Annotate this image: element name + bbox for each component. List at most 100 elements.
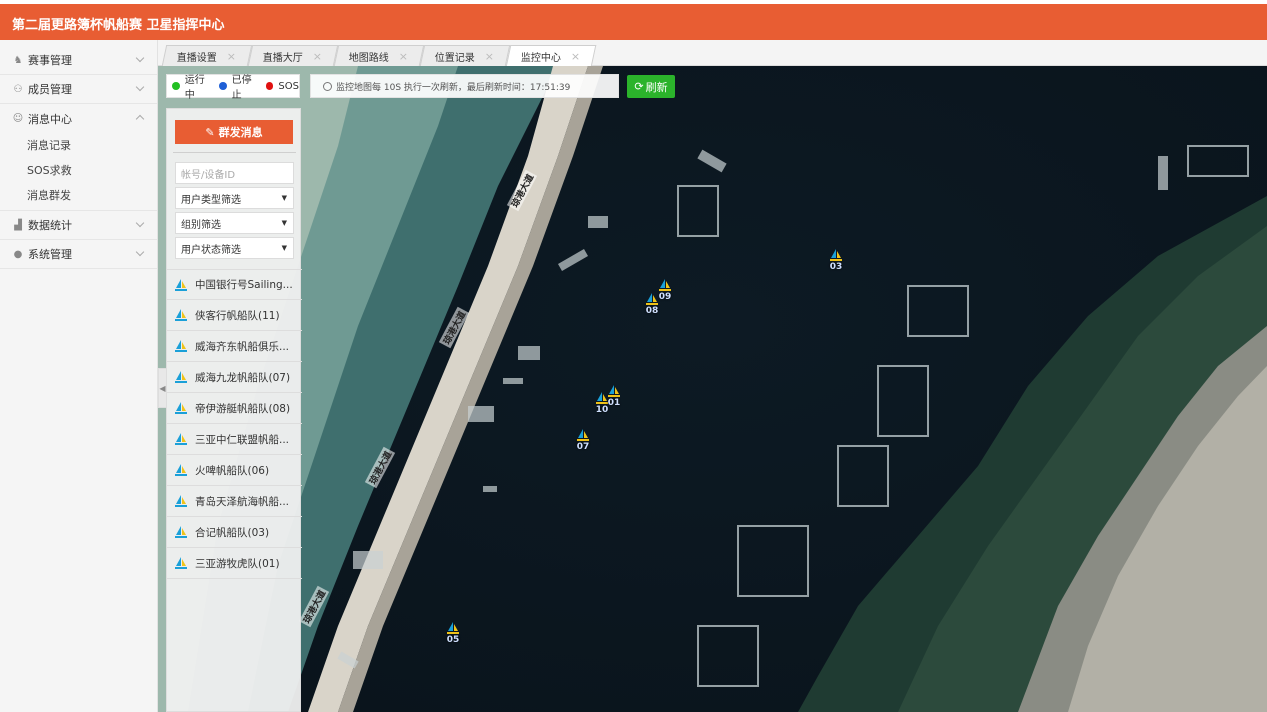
sailboat-icon <box>659 279 671 291</box>
team-item[interactable]: 威海齐东帆船俱乐... <box>167 331 302 362</box>
sailboat-icon <box>175 402 187 414</box>
refresh-info-text: 监控地图每 10S 执行一次刷新，最后刷新时间：17:51:39 <box>336 82 571 93</box>
tab-monitor-center[interactable]: 监控中心 × <box>505 45 597 67</box>
team-item[interactable]: 合记帆船队(03) <box>167 517 302 548</box>
boat-id-label: 05 <box>446 635 460 645</box>
boat-marker-08[interactable]: 08 <box>639 292 665 316</box>
close-icon[interactable]: × <box>227 50 236 63</box>
tab-bar: 直播设置 × 直播大厅 × 地图路线 × 位置记录 × 监控中心 × <box>158 40 1267 67</box>
team-name: 威海齐东帆船俱乐... <box>195 340 290 353</box>
pencil-icon: ✎ <box>205 125 215 139</box>
team-name: 威海九龙帆船队(07) <box>195 371 291 384</box>
stopped-dot-icon <box>218 82 227 90</box>
team-name: 合记帆船队(03) <box>195 526 270 539</box>
legend-stopped: 已停止 <box>231 75 252 101</box>
boat-id-label: 01 <box>607 398 621 408</box>
sidebar-item-message-center[interactable]: ☺ 消息中心 <box>0 104 157 133</box>
team-name: 帝伊游艇帆船队(08) <box>195 402 291 415</box>
map-imagery <box>158 66 1267 712</box>
sidebar-item-label: 系统管理 <box>28 248 72 261</box>
tab-live-hall[interactable]: 直播大厅 × <box>247 45 339 66</box>
sailboat-icon <box>175 557 187 569</box>
sailboat-icon <box>175 371 187 383</box>
close-icon[interactable]: × <box>485 50 494 63</box>
legend-running: 运行中 <box>184 75 205 101</box>
caret-down-icon: ▼ <box>281 219 287 227</box>
sailboat-icon <box>175 464 187 476</box>
team-panel: ✎ 群发消息 帐号/设备ID 用户类型筛选 ▼ 组别筛选 ▼ 用户状态筛选 ▼ … <box>166 108 302 712</box>
team-item[interactable]: 青岛天泽航海帆船... <box>167 486 302 517</box>
caret-down-icon: ▼ <box>281 244 287 252</box>
tab-label: 位置记录 <box>435 52 476 64</box>
chevron-down-icon <box>135 247 145 257</box>
tab-position-records[interactable]: 位置记录 × <box>419 45 511 66</box>
boat-marker-03[interactable]: 03 <box>823 248 849 272</box>
sidebar-item-event-management[interactable]: ♞ 赛事管理 <box>0 46 157 75</box>
close-icon[interactable]: × <box>571 50 580 63</box>
running-dot-icon <box>172 82 180 90</box>
team-item[interactable]: 帝伊游艇帆船队(08) <box>167 393 302 424</box>
sidebar-item-system-management[interactable]: ● 系统管理 <box>0 240 157 269</box>
team-item[interactable]: 威海九龙帆船队(07) <box>167 362 302 393</box>
user-type-filter[interactable]: 用户类型筛选 ▼ <box>175 187 294 209</box>
boat-id-label: 07 <box>576 442 590 452</box>
boat-marker-01[interactable]: 01 <box>601 384 627 408</box>
sailboat-icon <box>175 433 187 445</box>
team-item[interactable]: 三亚游牧虎队(01) <box>167 548 302 579</box>
team-name: 火啤帆船队(06) <box>195 464 270 477</box>
status-legend: 运行中 已停止 SOS <box>166 74 300 101</box>
sailboat-icon <box>608 385 620 397</box>
sidebar-item-member-management[interactable]: ⚇ 成员管理 <box>0 75 157 104</box>
sidebar-subitem-sos[interactable]: SOS求救 <box>0 158 157 183</box>
boat-marker-05[interactable]: 05 <box>440 621 466 645</box>
sidebar: ♞ 赛事管理 ⚇ 成员管理 ☺ 消息中心 消息记录 SOS求救 消息群发 ▟ 数… <box>0 40 158 712</box>
app-header: 第二届更路簿杯帆船赛 卫星指挥中心 <box>0 0 1267 40</box>
chevron-left-icon: ◀ <box>159 383 166 393</box>
team-name: 青岛天泽航海帆船... <box>195 495 290 508</box>
chevron-down-icon <box>135 53 145 63</box>
close-icon[interactable]: × <box>399 50 408 63</box>
boat-id-label: 08 <box>645 306 659 316</box>
tab-map-route[interactable]: 地图路线 × <box>333 45 425 66</box>
boat-marker-07[interactable]: 07 <box>570 428 596 452</box>
sidebar-item-label: 消息中心 <box>28 112 72 126</box>
tab-label: 地图路线 <box>349 52 390 64</box>
refresh-button[interactable]: ⟳ 刷新 <box>627 75 675 98</box>
refresh-info: 监控地图每 10S 执行一次刷新，最后刷新时间：17:51:39 <box>310 74 619 98</box>
sidebar-item-label: 赛事管理 <box>28 54 72 67</box>
broadcast-message-label: 群发消息 <box>218 126 263 139</box>
sidebar-subitem-message-records[interactable]: 消息记录 <box>0 133 157 158</box>
group-filter[interactable]: 组别筛选 ▼ <box>175 212 294 234</box>
sos-dot-icon <box>265 82 274 90</box>
message-center-submenu: 消息记录 SOS求救 消息群发 <box>0 133 157 211</box>
sailboat-icon <box>646 293 658 305</box>
chart-icon: ▟ <box>14 219 22 231</box>
filter-label: 用户类型筛选 <box>181 194 241 206</box>
sailboat-icon <box>175 340 187 352</box>
settings-user-icon: ● <box>13 248 23 260</box>
tab-live-settings[interactable]: 直播设置 × <box>161 45 253 66</box>
refresh-button-label: 刷新 <box>645 80 668 94</box>
tab-label: 直播设置 <box>177 52 218 64</box>
close-icon[interactable]: × <box>313 50 322 63</box>
team-item[interactable]: 中国银行号Sailing... <box>167 269 302 300</box>
team-name: 三亚游牧虎队(01) <box>195 557 280 570</box>
team-name: 中国银行号Sailing... <box>195 279 293 291</box>
team-list: 中国银行号Sailing... 侠客行帆船队(11) 威海齐东帆船俱乐... 威… <box>167 269 302 579</box>
sailboat-icon <box>447 622 459 634</box>
sidebar-subitem-broadcast[interactable]: 消息群发 <box>0 183 157 208</box>
team-item[interactable]: 火啤帆船队(06) <box>167 455 302 486</box>
search-input[interactable]: 帐号/设备ID <box>175 162 294 184</box>
tab-label: 直播大厅 <box>263 52 304 64</box>
sidebar-item-statistics[interactable]: ▟ 数据统计 <box>0 211 157 240</box>
team-item[interactable]: 侠客行帆船队(11) <box>167 300 302 331</box>
clock-icon <box>323 81 332 91</box>
app-title: 第二届更路簿杯帆船赛 卫星指挥中心 <box>12 18 225 33</box>
legend-sos: SOS <box>278 80 299 92</box>
team-item[interactable]: 三亚中仁联盟帆船... <box>167 424 302 455</box>
team-name: 三亚中仁联盟帆船... <box>195 433 290 446</box>
sidebar-item-label: 成员管理 <box>28 83 72 96</box>
satellite-map[interactable]: 琼港大道 琼港大道 琼港大道 琼港大道 03 09 08 10 01 07 05 <box>158 66 1267 712</box>
user-status-filter[interactable]: 用户状态筛选 ▼ <box>175 237 294 259</box>
broadcast-message-button[interactable]: ✎ 群发消息 <box>175 120 293 144</box>
